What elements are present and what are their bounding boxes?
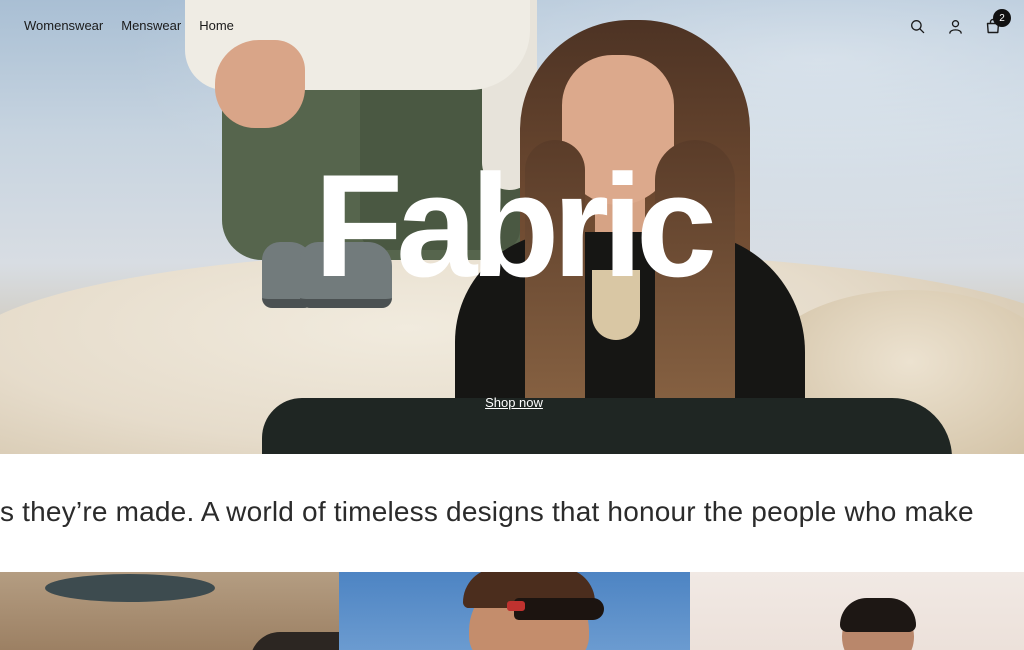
hero-banner: Fabric Shop now bbox=[0, 0, 1024, 454]
main-nav: Womenswear Menswear Home bbox=[24, 18, 234, 34]
sunglasses-accent bbox=[507, 601, 525, 611]
header-actions: 2 bbox=[908, 9, 1011, 38]
marquee-text: s they’re made. A world of timeless desi… bbox=[0, 496, 974, 527]
tile-landscape-shadow bbox=[250, 632, 339, 650]
marquee-band: s they’re made. A world of timeless desi… bbox=[0, 454, 1024, 572]
search-button[interactable] bbox=[908, 14, 926, 38]
sunglasses-image bbox=[514, 598, 604, 620]
account-icon bbox=[948, 19, 962, 34]
tile-landscape-water bbox=[45, 574, 215, 602]
nav-womenswear[interactable]: Womenswear bbox=[24, 18, 103, 34]
cart-button[interactable]: 2 bbox=[984, 9, 1011, 38]
hero-title: Fabric bbox=[313, 144, 717, 307]
cart-count-badge: 2 bbox=[993, 9, 1011, 27]
collection-tiles bbox=[0, 572, 1024, 650]
search-icon bbox=[910, 19, 924, 33]
collection-tile-portrait[interactable] bbox=[690, 572, 1024, 650]
account-button[interactable] bbox=[946, 14, 964, 38]
collection-tile-sunglasses[interactable] bbox=[339, 572, 690, 650]
collection-tile-landscape[interactable] bbox=[0, 572, 339, 650]
nav-menswear[interactable]: Menswear bbox=[121, 18, 181, 34]
nav-home[interactable]: Home bbox=[199, 18, 234, 34]
hero-model-hand bbox=[215, 40, 305, 128]
tile-portrait-hair bbox=[840, 598, 916, 632]
shop-now-link[interactable]: Shop now bbox=[0, 395, 1024, 410]
